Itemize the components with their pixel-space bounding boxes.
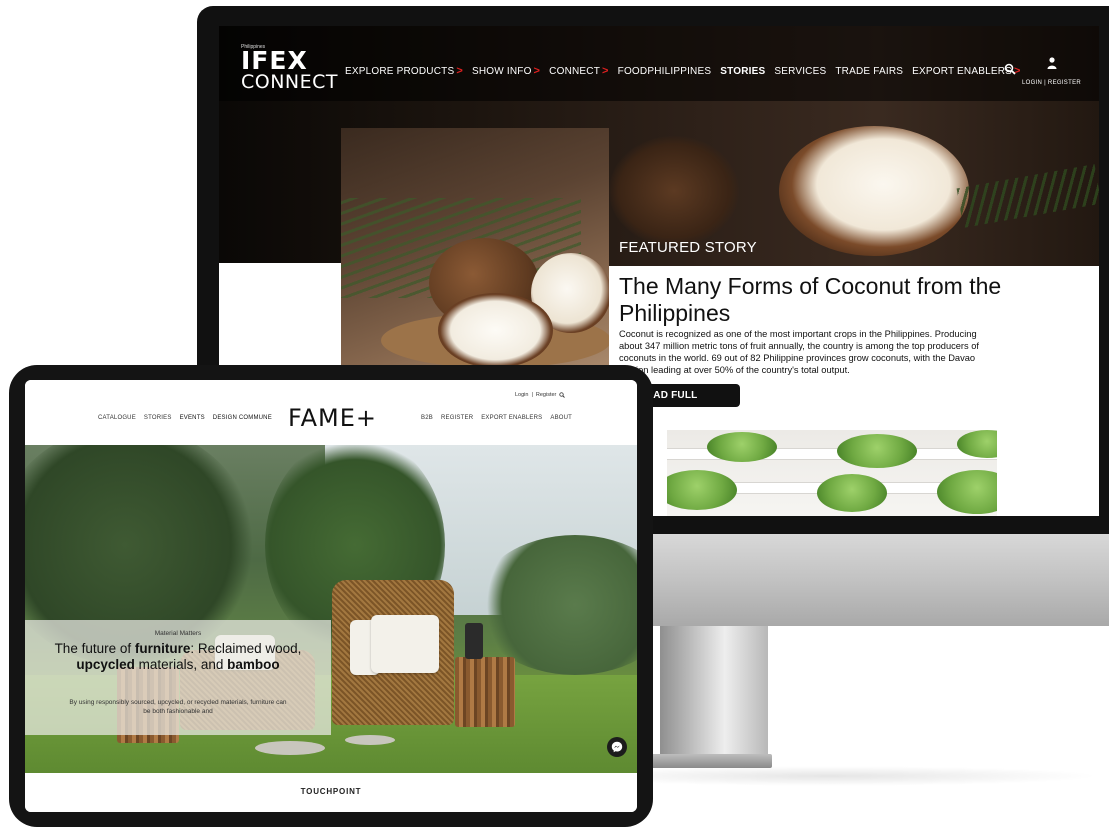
hero-coconut-shell xyxy=(609,136,739,246)
hero-headline: The future of furniture: Reclaimed wood,… xyxy=(54,641,302,672)
hero-coconut-half xyxy=(779,126,969,256)
link-separator: | xyxy=(531,392,533,398)
menu-trade-fairs[interactable]: TRADE FAIRS xyxy=(835,65,903,77)
nav-register[interactable]: REGISTER xyxy=(441,415,473,421)
touchpoint-section: TOUCHPOINT xyxy=(25,773,637,812)
login-register-label: LOGIN | REGISTER xyxy=(1021,80,1082,86)
chevron-right-icon: > xyxy=(456,65,463,77)
hydroponic-lettuce-image xyxy=(667,430,997,516)
ifex-navbar: Philippines IFEX CONNECT EXPLORE PRODUCT… xyxy=(219,26,1099,101)
touchpoint-heading: TOUCHPOINT xyxy=(300,787,362,796)
menu-label: FOODPHILIPPINES xyxy=(617,65,712,77)
fame-left-nav: CATALOGUE STORIES EVENTS DESIGN COMMUNE xyxy=(98,415,272,421)
hero-subtext: By using responsibly sourced, upcycled, … xyxy=(69,699,287,715)
nav-events[interactable]: EVENTS xyxy=(180,415,205,421)
nav-catalogue[interactable]: CATALOGUE xyxy=(98,415,136,421)
menu-label: EXPLORE PRODUCTS xyxy=(345,65,455,77)
logo-connect-text: CONNECT xyxy=(241,71,339,93)
hero-furniture-image: Material Matters The future of furniture… xyxy=(25,445,637,773)
user-icon xyxy=(1047,57,1056,69)
menu-label: SHOW INFO xyxy=(471,65,532,77)
search-icon[interactable] xyxy=(1004,63,1016,75)
fame-plus-logo[interactable]: FAME+ xyxy=(288,404,377,432)
featured-coconut-image xyxy=(341,128,609,368)
messenger-chat-button[interactable] xyxy=(607,737,627,757)
fame-account-links: Login | Register xyxy=(515,392,566,398)
nav-design-commune[interactable]: DESIGN COMMUNE xyxy=(213,415,272,421)
featured-story-card: The Many Forms of Coconut from the Phili… xyxy=(609,266,1099,516)
fame-header: Login | Register CATALOGUE STORIES EVENT… xyxy=(25,380,637,445)
monitor-stand-neck xyxy=(660,626,768,754)
menu-foodphilippines[interactable]: FOODPHILIPPINES xyxy=(618,65,712,77)
featured-story-label: FEATURED STORY xyxy=(619,239,757,256)
nav-stories[interactable]: STORIES xyxy=(144,415,172,421)
tablet-device: Login | Register CATALOGUE STORIES EVENT… xyxy=(9,365,653,827)
menu-label: EXPORT ENABLERS xyxy=(912,65,1013,77)
fame-plus-screen: Login | Register CATALOGUE STORIES EVENT… xyxy=(25,380,637,812)
messenger-icon xyxy=(611,741,623,753)
register-link[interactable]: Register xyxy=(536,392,556,398)
nav-b2b[interactable]: B2B xyxy=(421,415,433,421)
menu-show-info[interactable]: SHOW INFO > xyxy=(472,65,540,77)
ifex-connect-logo[interactable]: Philippines IFEX CONNECT xyxy=(241,44,338,92)
chevron-right-icon: > xyxy=(602,65,609,77)
featured-story-title[interactable]: The Many Forms of Coconut from the Phili… xyxy=(619,273,1059,327)
logo-ifex-text: IFEX xyxy=(241,46,308,75)
fame-right-nav: B2B REGISTER EXPORT ENABLERS ABOUT xyxy=(421,415,572,421)
menu-connect[interactable]: CONNECT > xyxy=(549,65,608,77)
search-icon[interactable] xyxy=(559,392,566,398)
nav-about[interactable]: ABOUT xyxy=(550,415,572,421)
ifex-main-menu: EXPLORE PRODUCTS > SHOW INFO > CONNECT >… xyxy=(345,65,1021,77)
menu-explore-products[interactable]: EXPLORE PRODUCTS > xyxy=(345,65,463,77)
menu-label: SERVICES xyxy=(774,65,827,77)
login-link[interactable]: Login xyxy=(515,392,528,398)
hero-kicker: Material Matters xyxy=(154,630,202,637)
login-register-link[interactable]: LOGIN | REGISTER xyxy=(1019,57,1084,89)
menu-label: CONNECT xyxy=(549,65,601,77)
menu-services[interactable]: SERVICES xyxy=(774,65,826,77)
nav-export-enablers[interactable]: EXPORT ENABLERS xyxy=(481,415,542,421)
menu-label: STORIES xyxy=(720,65,766,77)
hero-story-overlay[interactable]: Material Matters The future of furniture… xyxy=(25,620,331,735)
featured-story-excerpt: Coconut is recognized as one of the most… xyxy=(619,329,980,375)
menu-label: TRADE FAIRS xyxy=(835,65,904,77)
chevron-right-icon: > xyxy=(533,65,541,77)
menu-stories[interactable]: STORIES xyxy=(720,65,765,77)
